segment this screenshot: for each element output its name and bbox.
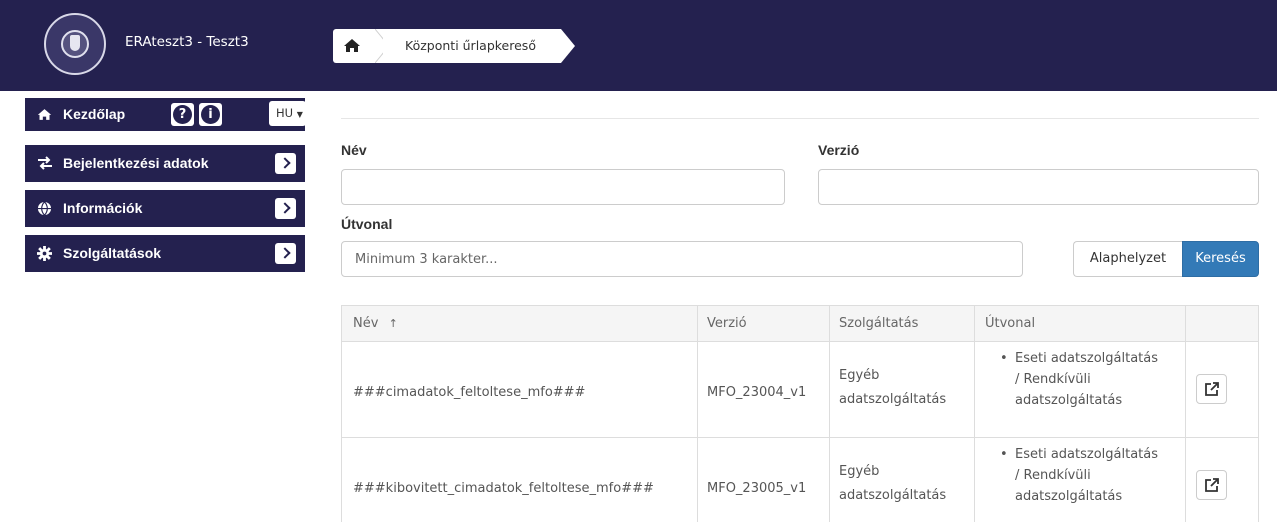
language-value: HU [276, 106, 294, 120]
row-service-line2: adatszolgáltatás [839, 392, 947, 407]
row-path-line3: adatszolgáltatás [1015, 393, 1123, 408]
search-button[interactable]: Keresés [1182, 241, 1259, 277]
version-input[interactable] [818, 169, 1259, 205]
sidebar-item-home-label: Kezdőlap [63, 106, 126, 122]
chevron-right-icon [275, 198, 296, 219]
breadcrumb-arrow [561, 29, 575, 63]
top-header: ERAteszt3 - Teszt3 Központi űrlapkereső [0, 0, 1277, 91]
sidebar-item-home[interactable]: Kezdőlap ? i HU ▼ [25, 98, 306, 131]
language-dropdown[interactable]: HU ▼ [269, 101, 306, 126]
row-path-line1: Eseti adatszolgáltatás [1015, 351, 1158, 366]
logo [44, 13, 106, 75]
row-version: MFO_23005_v1 [707, 481, 807, 496]
row-name: ###kibovitett_cimadatok_feltoltese_mfo##… [353, 481, 654, 496]
path-label: Útvonal [341, 216, 393, 232]
exchange-icon [38, 156, 52, 170]
results-table: Név ↑ Verzió Szolgáltatás Útvonal ###cim… [341, 305, 1259, 522]
sidebar-item-services-label: Szolgáltatások [63, 245, 162, 261]
question-icon: ? [173, 105, 192, 124]
version-label: Verzió [818, 142, 860, 158]
open-form-button[interactable] [1196, 374, 1227, 404]
row-name: ###cimadatok_feltoltese_mfo### [353, 385, 586, 400]
home-icon [344, 39, 360, 52]
divider [341, 118, 1259, 119]
name-label: Név [341, 142, 367, 158]
column-header-path[interactable]: Útvonal [985, 316, 1035, 331]
row-path-line2: / Rendkívüli [1015, 468, 1091, 483]
info-icon: i [201, 105, 220, 124]
help-button[interactable]: ? [171, 103, 194, 126]
column-header-name[interactable]: Név ↑ [353, 316, 398, 331]
breadcrumb-current-label: Központi űrlapkereső [405, 38, 536, 53]
bullet: • [1000, 351, 1008, 366]
chevron-right-icon [275, 243, 296, 264]
column-divider [697, 306, 698, 522]
app-title: ERAteszt3 - Teszt3 [125, 34, 249, 50]
column-header-name-label: Név [353, 316, 379, 331]
path-input[interactable] [341, 241, 1023, 277]
row-divider [342, 437, 1258, 438]
column-header-service[interactable]: Szolgáltatás [839, 316, 918, 331]
sidebar-item-login-data-label: Bejelentkezési adatok [63, 155, 209, 171]
gear-icon [37, 246, 52, 261]
sidebar-item-information-label: Információk [63, 200, 143, 216]
name-input[interactable] [341, 169, 785, 205]
home-icon [37, 109, 52, 120]
row-path: • Eseti adatszolgáltatás / Rendkívüli ad… [1000, 348, 1180, 411]
reset-button[interactable]: Alaphelyzet [1073, 241, 1182, 277]
sidebar-item-information[interactable]: Információk [25, 190, 305, 227]
row-path-line2: / Rendkívüli [1015, 372, 1091, 387]
row-service-line2: adatszolgáltatás [839, 488, 947, 503]
sort-asc-icon: ↑ [388, 317, 398, 330]
row-service-line1: Egyéb [839, 368, 880, 383]
column-divider [1185, 306, 1186, 522]
column-divider [974, 306, 975, 522]
row-path: • Eseti adatszolgáltatás / Rendkívüli ad… [1000, 444, 1180, 507]
row-version: MFO_23004_v1 [707, 385, 807, 400]
chevron-right-icon [275, 153, 296, 174]
bullet: • [1000, 447, 1008, 462]
external-link-icon [1205, 382, 1219, 396]
column-header-version[interactable]: Verzió [707, 316, 747, 331]
column-divider [829, 306, 830, 522]
caret-down-icon: ▼ [296, 110, 303, 119]
logo-crest [70, 35, 80, 51]
breadcrumb-current: Központi űrlapkereső [383, 29, 561, 63]
row-path-line3: adatszolgáltatás [1015, 489, 1123, 504]
row-path-line1: Eseti adatszolgáltatás [1015, 447, 1158, 462]
open-form-button[interactable] [1196, 470, 1227, 500]
globe-icon [37, 201, 52, 216]
info-button[interactable]: i [199, 103, 222, 126]
row-service-line1: Egyéb [839, 464, 880, 479]
sidebar-item-services[interactable]: Szolgáltatások [25, 235, 305, 272]
table-header: Név ↑ Verzió Szolgáltatás Útvonal [342, 306, 1258, 342]
external-link-icon [1205, 478, 1219, 492]
sidebar-item-login-data[interactable]: Bejelentkezési adatok [25, 145, 305, 182]
